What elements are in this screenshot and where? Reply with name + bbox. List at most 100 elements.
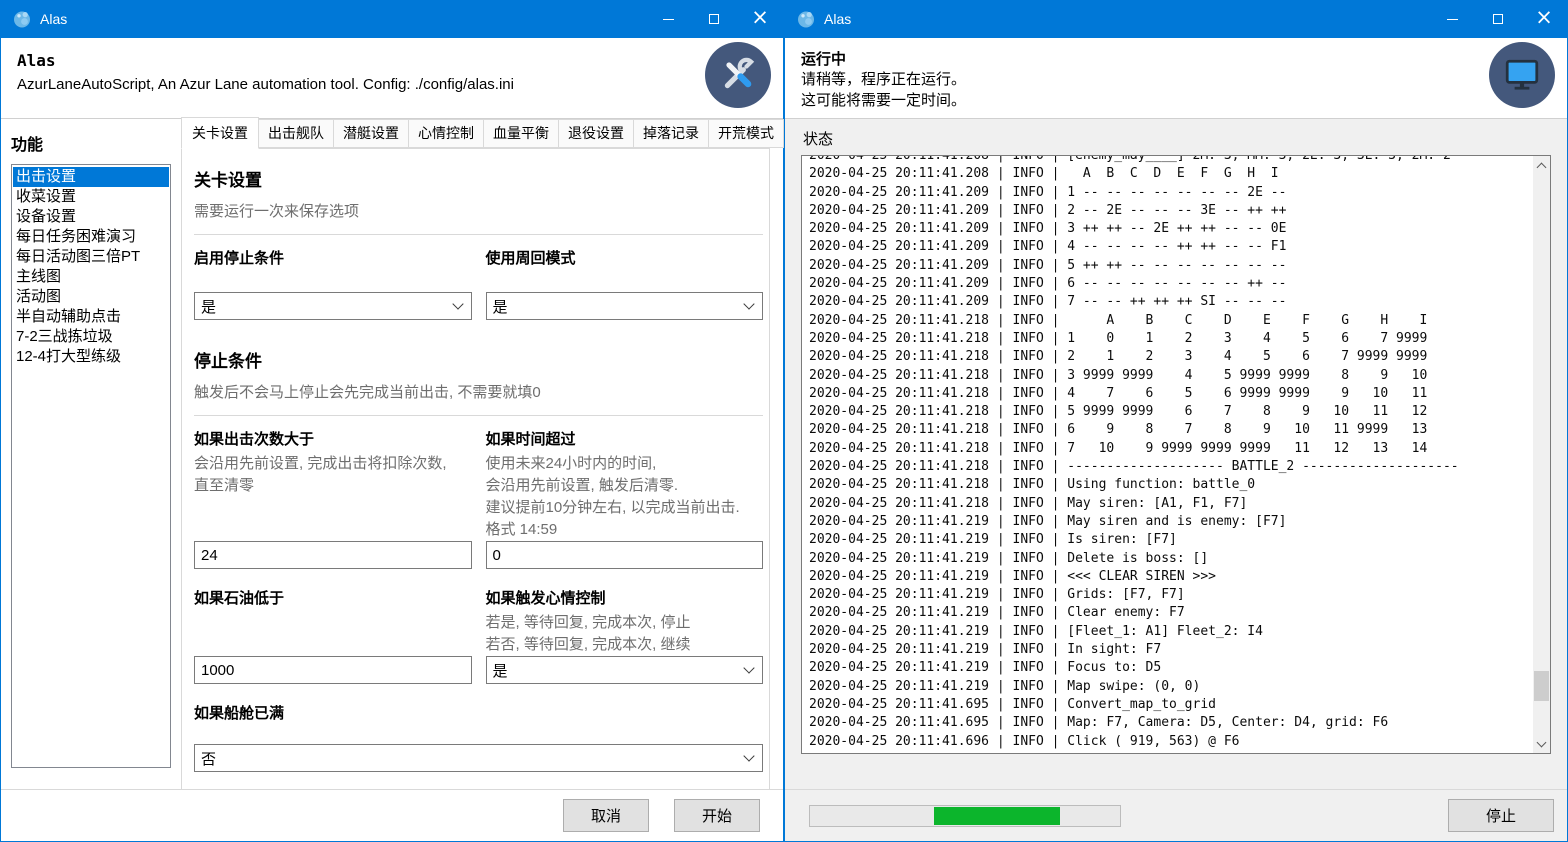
loop-mode-value: 是: [493, 296, 508, 317]
monitor-badge: [1489, 42, 1555, 108]
tab[interactable]: 心情控制: [408, 119, 484, 148]
scroll-up-button[interactable]: [1533, 157, 1550, 174]
log-line: 2020-04-25 20:11:41.218 | INFO | Using f…: [809, 476, 1533, 494]
log-line: 2020-04-25 20:11:41.696 | INFO | Click (…: [809, 733, 1533, 751]
maximize-button[interactable]: [1475, 0, 1521, 38]
log-line: 2020-04-25 20:11:41.219 | INFO | May sir…: [809, 513, 1533, 531]
close-icon: ×: [1535, 7, 1553, 28]
campaign-settings-pane: 关卡设置 需要运行一次来保存选项 启用停止条件 是 使用周回模式 是: [181, 148, 770, 789]
minimize-button[interactable]: [645, 0, 691, 38]
settings-tabbar[interactable]: 关卡设置出击舰队潜艇设置心情控制血量平衡退役设置掉落记录开荒模式: [181, 119, 770, 148]
loop-mode-select[interactable]: 是: [486, 292, 764, 320]
if-oil-input[interactable]: [194, 656, 472, 684]
chevron-down-icon: [743, 662, 754, 673]
sidebar-item[interactable]: 主线图: [13, 267, 169, 287]
log-line: 2020-04-25 20:11:41.695 | INFO | Convert…: [809, 696, 1533, 714]
tab[interactable]: 出击舰队: [258, 119, 334, 148]
log-line: 2020-04-25 20:11:41.209 | INFO | 5 ++ ++…: [809, 257, 1533, 275]
stop-button[interactable]: 停止: [1448, 799, 1554, 832]
log-line: 2020-04-25 20:11:41.219 | INFO | Focus t…: [809, 659, 1533, 677]
app-subtitle: AzurLaneAutoScript, An Azur Lane automat…: [17, 76, 767, 93]
log-line: 2020-04-25 20:11:41.219 | INFO | Map swi…: [809, 678, 1533, 696]
tab[interactable]: 潜艇设置: [333, 119, 409, 148]
sidebar-item[interactable]: 12-4打大型练级: [13, 347, 169, 367]
sidebar-item[interactable]: 每日活动图三倍PT: [13, 247, 169, 267]
log-line: 2020-04-25 20:11:41.208 | INFO | A B C D…: [809, 165, 1533, 183]
log-line: 2020-04-25 20:11:41.218 | INFO | 3 9999 …: [809, 367, 1533, 385]
if-dock-value: 否: [201, 748, 216, 769]
sidebar-item[interactable]: 每日任务困难演习: [13, 227, 169, 247]
sidebar-item[interactable]: 半自动辅助点击: [13, 307, 169, 327]
sidebar-item[interactable]: 收菜设置: [13, 187, 169, 207]
log-line: 2020-04-25 20:11:41.219 | INFO | <<< CLE…: [809, 568, 1533, 586]
chevron-down-icon: [1537, 737, 1547, 747]
function-sidebar: 功能 出击设置收菜设置设备设置每日任务困难演习每日活动图三倍PT主线图活动图半自…: [1, 119, 181, 789]
maximize-icon: [1493, 14, 1503, 24]
if-time-label: 如果时间超过: [486, 429, 764, 450]
chevron-down-icon: [452, 298, 463, 309]
if-dock-select[interactable]: 否: [194, 744, 763, 772]
if-emotion-value: 是: [493, 660, 508, 681]
status-label: 状态: [803, 128, 1549, 149]
if-count-input[interactable]: [194, 541, 472, 569]
scrollbar-thumb[interactable]: [1534, 671, 1549, 701]
tab[interactable]: 退役设置: [558, 119, 634, 148]
cancel-button[interactable]: 取消: [563, 799, 649, 832]
function-listbox[interactable]: 出击设置收菜设置设备设置每日任务困难演习每日活动图三倍PT主线图活动图半自动辅助…: [11, 164, 171, 768]
log-line: 2020-04-25 20:11:41.209 | INFO | 2 -- 2E…: [809, 202, 1533, 220]
maximize-icon: [709, 14, 719, 24]
log-line: 2020-04-25 20:11:41.218 | INFO | 4 7 6 5…: [809, 385, 1533, 403]
wrench-screwdriver-icon: [719, 56, 757, 94]
log-line: 2020-04-25 20:11:41.218 | INFO | 5 9999 …: [809, 403, 1533, 421]
sidebar-item[interactable]: 出击设置: [13, 167, 169, 187]
close-button[interactable]: ×: [1521, 0, 1567, 38]
enable-stop-value: 是: [201, 296, 216, 317]
log-line: 2020-04-25 20:11:41.218 | INFO | 1 0 1 2…: [809, 330, 1533, 348]
sidebar-item[interactable]: 活动图: [13, 287, 169, 307]
maximize-button[interactable]: [691, 0, 737, 38]
log-line: 2020-04-25 20:11:41.209 | INFO | 4 -- --…: [809, 238, 1533, 256]
log-line: 2020-04-25 20:11:41.218 | INFO | 2 1 2 3…: [809, 348, 1533, 366]
sidebar-item[interactable]: 7-2三战拣垃圾: [13, 327, 169, 347]
divider: [194, 415, 763, 416]
minimize-icon: [1447, 19, 1458, 20]
enable-stop-label: 启用停止条件: [194, 248, 472, 269]
if-time-desc: 使用未来24小时内的时间, 会沿用先前设置, 触发后清零. 建议提前10分钟左右…: [486, 453, 764, 541]
log-line: 2020-04-25 20:11:41.219 | INFO | Grids: …: [809, 586, 1533, 604]
tab[interactable]: 关卡设置: [181, 117, 259, 149]
run-header: 运行中 请稍等，程序正在运行。 这可能将需要一定时间。: [785, 38, 1567, 119]
log-line: 2020-04-25 20:11:41.219 | INFO | In sigh…: [809, 641, 1533, 659]
log-output[interactable]: 2020-04-25 20:11:41.208 | INFO | [enemy_…: [802, 155, 1533, 753]
titlebar[interactable]: Alas ×: [785, 0, 1567, 38]
log-line: 2020-04-25 20:11:41.209 | INFO | 6 -- --…: [809, 275, 1533, 293]
tab[interactable]: 血量平衡: [483, 119, 559, 148]
if-emotion-desc: 若是, 等待回复, 完成本次, 停止 若否, 等待回复, 完成本次, 继续: [486, 612, 764, 656]
progress-bar: [809, 805, 1121, 827]
window-title: Alas: [824, 11, 1429, 27]
sidebar-item[interactable]: 设备设置: [13, 207, 169, 227]
log-line: 2020-04-25 20:11:41.218 | INFO | -------…: [809, 458, 1533, 476]
chevron-up-icon: [1537, 162, 1547, 172]
if-emotion-select[interactable]: 是: [486, 656, 764, 684]
tab[interactable]: 掉落记录: [633, 119, 709, 148]
minimize-icon: [663, 19, 674, 20]
if-time-input[interactable]: [486, 541, 764, 569]
log-line: 2020-04-25 20:11:41.208 | INFO | [enemy_…: [809, 155, 1533, 165]
titlebar[interactable]: Alas ×: [1, 0, 783, 38]
close-button[interactable]: ×: [737, 0, 783, 38]
section-subtitle-campaign: 需要运行一次来保存选项: [194, 200, 763, 221]
start-button[interactable]: 开始: [674, 799, 760, 832]
log-line: 2020-04-25 20:11:41.218 | INFO | 7 10 9 …: [809, 440, 1533, 458]
section-subtitle-stop: 触发后不会马上停止会先完成当前出击, 不需要就填0: [194, 381, 763, 402]
minimize-button[interactable]: [1429, 0, 1475, 38]
if-count-desc: 会沿用先前设置, 完成出击将扣除次数, 直至清零: [194, 453, 472, 497]
tab[interactable]: 开荒模式: [708, 119, 784, 148]
if-emotion-label: 如果触发心情控制: [486, 588, 764, 609]
alas-logo-icon: [12, 9, 32, 29]
log-scrollbar[interactable]: [1533, 156, 1550, 753]
scroll-down-button[interactable]: [1533, 735, 1550, 752]
log-line: 2020-04-25 20:11:41.695 | INFO | Map: F7…: [809, 714, 1533, 732]
enable-stop-select[interactable]: 是: [194, 292, 472, 320]
log-line: 2020-04-25 20:11:41.219 | INFO | Is sire…: [809, 531, 1533, 549]
log-line: 2020-04-25 20:11:41.218 | INFO | 6 9 8 7…: [809, 421, 1533, 439]
